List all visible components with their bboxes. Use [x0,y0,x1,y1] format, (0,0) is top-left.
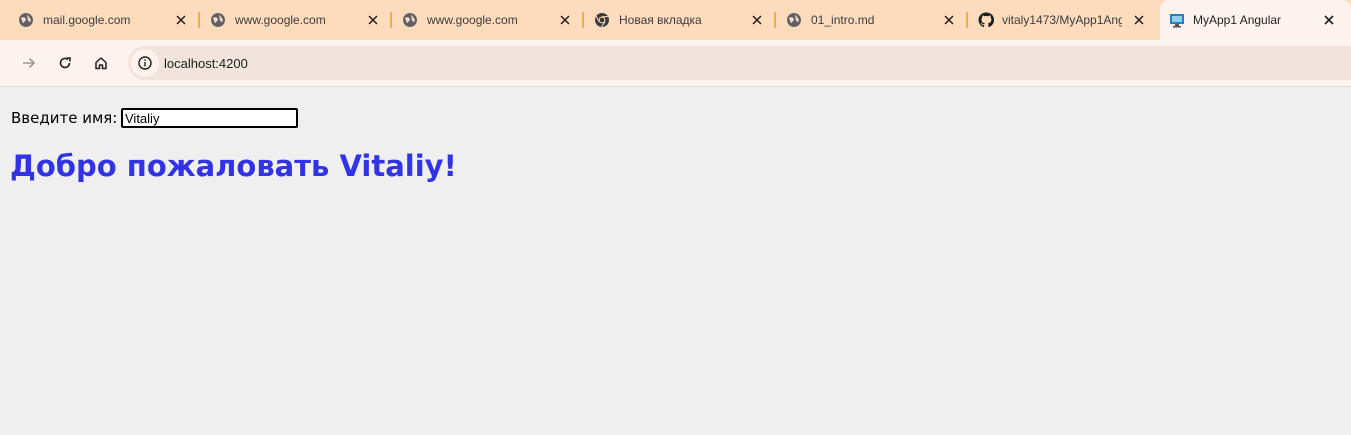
info-icon [138,56,152,70]
welcome-heading: Добро пожаловать Vitaliy! [10,149,457,183]
tab-title: vitaly1473/MyApp1Angular [1002,13,1122,27]
tab-www-google-2[interactable]: www.google.com [392,0,584,40]
tab-www-google-1[interactable]: www.google.com [200,0,392,40]
home-icon [95,57,107,70]
globe-icon [211,13,225,27]
tab-title: mail.google.com [43,13,131,27]
site-info-button[interactable] [131,49,159,77]
tab-title: 01_intro.md [811,13,875,27]
tab-intro-md[interactable]: 01_intro.md [776,0,968,40]
chrome-icon [595,13,609,28]
angular-app-icon [1170,14,1184,28]
close-icon[interactable] [556,11,574,29]
tab-github-repo[interactable]: vitaly1473/MyApp1Angular [968,0,1160,40]
page-content: Введите имя: Добро пожаловать Vitaliy! [0,87,1351,435]
tab-title: www.google.com [427,13,518,27]
close-icon[interactable] [940,11,958,29]
tab-myapp1-angular[interactable]: MyApp1 Angular [1160,0,1351,40]
tab-title: www.google.com [235,13,326,27]
tab-mail-google[interactable]: mail.google.com [0,0,200,40]
forward-button[interactable] [15,49,43,77]
browser-toolbar: localhost:4200 [0,40,1351,86]
name-input[interactable] [121,108,298,128]
address-bar[interactable]: localhost:4200 [128,46,1351,80]
tab-strip: mail.google.com www.google.com www.googl… [0,0,1351,40]
reload-button[interactable] [51,49,79,77]
address-url[interactable]: localhost:4200 [164,56,248,71]
close-icon[interactable] [364,11,382,29]
reload-icon [59,57,71,69]
home-button[interactable] [87,49,115,77]
arrow-right-icon [23,57,36,69]
close-icon[interactable] [172,11,190,29]
github-icon [978,12,994,28]
globe-icon [403,13,417,27]
close-icon[interactable] [1130,11,1148,29]
tab-new-tab[interactable]: Новая вкладка [584,0,776,40]
close-icon[interactable] [1320,11,1338,29]
globe-icon [19,13,33,27]
tab-title: MyApp1 Angular [1193,13,1282,27]
tab-title: Новая вкладка [619,13,702,27]
close-icon[interactable] [748,11,766,29]
name-label: Введите имя: [11,109,118,127]
globe-icon [787,13,801,27]
